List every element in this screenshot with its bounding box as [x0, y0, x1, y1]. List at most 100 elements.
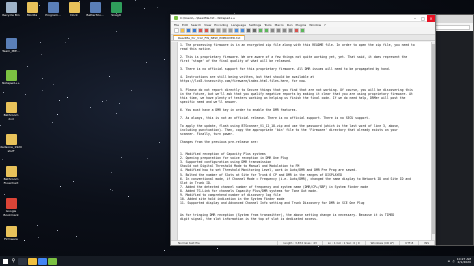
menu-item[interactable]: ? [324, 23, 326, 27]
notepad-titlebar[interactable]: C:\Users\...\ReadMe.txt - Notepad++ – □ … [171, 14, 435, 22]
show-all-chars-icon[interactable] [282, 28, 287, 33]
status-file-type: Normal text file [173, 241, 279, 245]
clock[interactable]: 10:27 AM 2/1/2020 [457, 257, 471, 265]
desktop-icon[interactable]: Recycle Bin [1, 2, 21, 18]
desktop-icon[interactable]: Bathroom Flowchart [1, 166, 21, 185]
macro-record-icon[interactable] [294, 28, 299, 33]
wallpaper-star [112, 190, 113, 191]
wallpaper-star [40, 42, 41, 43]
status-mode: INS [419, 241, 435, 245]
notepad-window[interactable]: C:\Users\...\ReadMe.txt - Notepad++ – □ … [170, 14, 436, 246]
scrollbar-thumb[interactable] [432, 44, 435, 234]
word-wrap-icon[interactable] [276, 28, 281, 33]
wallpaper-star [60, 186, 61, 187]
notepad-taskbar-icon[interactable] [48, 257, 57, 265]
cut-icon[interactable] [216, 28, 221, 33]
save-all-icon[interactable] [192, 28, 197, 33]
status-eol: Windows (CR LF) [366, 241, 401, 245]
desktop-icon-label: dadsone_1920 stuff [0, 145, 22, 153]
network-icon[interactable]: ≡ [448, 259, 451, 263]
toolbar [171, 27, 435, 35]
wallpaper-star [128, 196, 129, 197]
document-tab[interactable]: ReadMe_for_V12_FW_NEW_IMPROVED.txt [173, 35, 246, 40]
desktop-icon[interactable]: Program... [43, 2, 63, 18]
desktop-icon-label: Dock [70, 13, 78, 17]
desktop-icon[interactable]: Snagit [106, 2, 126, 18]
explorer-icon[interactable] [28, 257, 37, 265]
sync-scroll-icon[interactable] [270, 28, 275, 33]
menu-item[interactable]: Settings [249, 23, 261, 27]
paste-icon[interactable] [228, 28, 233, 33]
wallpaper-star [57, 114, 58, 115]
maximize-button[interactable]: □ [419, 15, 427, 22]
redo-icon[interactable] [240, 28, 245, 33]
menu-item[interactable]: Macro [275, 23, 284, 27]
desktop-icon[interactable]: Bathroom dvd [1, 102, 21, 121]
open-file-icon[interactable] [180, 28, 185, 33]
macro-play-icon[interactable] [300, 28, 305, 33]
save-icon[interactable] [186, 28, 191, 33]
menu-item[interactable]: File [174, 23, 179, 27]
zoom-in-icon[interactable] [258, 28, 263, 33]
desktop-icon[interactable]: Firmware [1, 226, 21, 242]
text-editor[interactable]: 1. The processing firmware is in an encr… [171, 42, 431, 240]
undo-icon[interactable] [234, 28, 239, 33]
vertical-scrollbar[interactable] [431, 42, 435, 240]
task-view-icon[interactable] [18, 257, 27, 265]
document-tab-bar: ReadMe_for_V12_FW_NEW_IMPROVED.txt [171, 35, 435, 41]
wallpaper-star [106, 100, 107, 101]
taskbar: ⚲ ≡ ♫ 10:27 AM 2/1/2020 [0, 256, 474, 266]
search-icon[interactable]: ⚲ [10, 258, 17, 265]
menu-item[interactable]: Encoding [214, 23, 228, 27]
menu-item[interactable]: Plugins [295, 23, 306, 27]
desktop-icon[interactable]: Dock [64, 2, 84, 18]
desktop-icon[interactable]: Notepad++ [1, 70, 21, 86]
wallpaper-star [116, 113, 117, 114]
indent-guide-icon[interactable] [288, 28, 293, 33]
desktop-icon-label: Team_MIE... [2, 49, 20, 53]
wallpaper-star [38, 237, 39, 238]
desktop-icon[interactable]: Team_MIE... [1, 38, 21, 54]
wallpaper-star [68, 38, 69, 39]
wallpaper-star [39, 18, 40, 19]
close-button[interactable]: × [427, 14, 435, 22]
wallpaper-star [110, 189, 111, 190]
new-file-icon[interactable] [174, 28, 179, 33]
close-all-icon[interactable] [204, 28, 209, 33]
minimize-button[interactable]: – [411, 15, 419, 22]
chrome-icon [5, 198, 17, 209]
wallpaper-star [59, 100, 60, 101]
folder-icon [5, 166, 17, 177]
wallpaper-star [65, 42, 66, 43]
wallpaper-star [25, 94, 26, 95]
menu-item[interactable]: View [204, 23, 211, 27]
print-icon[interactable] [210, 28, 215, 33]
wallpaper-star [27, 66, 28, 67]
wallpaper-star [217, 248, 218, 249]
desktop-icon[interactable]: dadsone_1920 stuff [0, 134, 22, 153]
zoom-out-icon[interactable] [264, 28, 269, 33]
desktop-icon[interactable]: BetterStu... [85, 2, 105, 18]
replace-icon[interactable] [252, 28, 257, 33]
chrome-icon[interactable] [38, 257, 47, 265]
start-button[interactable] [0, 256, 10, 266]
menu-item[interactable]: Language [231, 23, 246, 27]
volume-icon[interactable]: ♫ [452, 259, 455, 263]
find-icon[interactable] [246, 28, 251, 33]
wallpaper-star [318, 246, 319, 247]
menu-item[interactable]: Window [309, 23, 321, 27]
close-file-icon[interactable] [198, 28, 203, 33]
notepad-app-icon [174, 16, 178, 20]
desktop-icon-label: Bathroom Flowchart [3, 177, 19, 185]
menu-item[interactable]: Search [191, 23, 201, 27]
desktop-icon[interactable]: Google Bookmark [1, 198, 21, 217]
menu-item[interactable]: Edit [182, 23, 188, 27]
wallpaper-star [164, 250, 165, 251]
desktop-icon[interactable]: Mozilla [22, 2, 42, 18]
copy-icon[interactable] [222, 28, 227, 33]
menu-item[interactable]: Run [287, 23, 293, 27]
windows-logo-icon [2, 258, 8, 264]
menu-item[interactable]: Tools [264, 23, 271, 27]
wallpaper-star [90, 107, 91, 108]
editor-text[interactable]: 1. The processing firmware is in an encr… [178, 42, 431, 240]
